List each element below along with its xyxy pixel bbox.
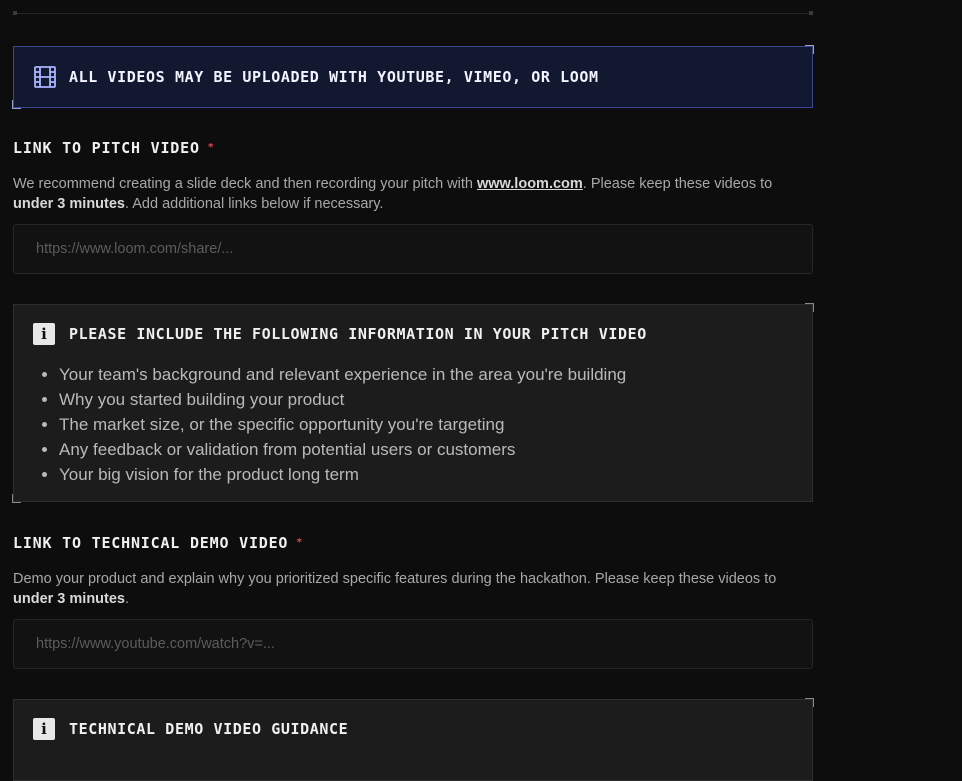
loom-link[interactable]: www.loom.com	[477, 176, 583, 192]
pitch-desc-bold: under 3 minutes	[13, 196, 125, 212]
pitch-info-title: PLEASE INCLUDE THE FOLLOWING INFORMATION…	[69, 325, 647, 343]
pitch-desc-text-2: . Please keep these videos to	[582, 176, 773, 192]
demo-video-description: Demo your product and explain why you pr…	[13, 569, 813, 609]
demo-video-input[interactable]	[34, 635, 812, 653]
list-item: Any feedback or validation from potentia…	[59, 437, 626, 462]
list-item: The market size, or the specific opportu…	[59, 412, 626, 437]
pitch-info-list: Your team's background and relevant expe…	[14, 362, 626, 487]
demo-video-input-wrapper	[13, 619, 813, 669]
section-divider	[13, 11, 813, 15]
pitch-info-box: i PLEASE INCLUDE THE FOLLOWING INFORMATI…	[12, 303, 814, 503]
pitch-video-description: We recommend creating a slide deck and t…	[13, 174, 813, 214]
demo-info-title: TECHNICAL DEMO VIDEO GUIDANCE	[69, 720, 349, 738]
list-item: Your big vision for the product long ter…	[59, 462, 626, 487]
pitch-desc-text: We recommend creating a slide deck and t…	[13, 176, 477, 192]
pitch-video-label-text: LINK TO PITCH VIDEO	[13, 139, 200, 157]
required-marker: *	[207, 142, 215, 153]
demo-info-box: i TECHNICAL DEMO VIDEO GUIDANCE	[13, 698, 814, 781]
banner-text: ALL VIDEOS MAY BE UPLOADED WITH YOUTUBE,…	[69, 68, 599, 86]
upload-platforms-banner: ALL VIDEOS MAY BE UPLOADED WITH YOUTUBE,…	[12, 45, 814, 109]
demo-desc-text-2: .	[125, 591, 130, 607]
pitch-video-input-wrapper	[13, 224, 813, 274]
info-icon: i	[33, 718, 55, 740]
required-marker: *	[296, 537, 304, 548]
pitch-video-label: LINK TO PITCH VIDEO *	[13, 139, 215, 157]
demo-desc-text: Demo your product and explain why you pr…	[13, 571, 777, 587]
pitch-desc-text-3: . Add additional links below if necessar…	[125, 196, 384, 212]
list-item: Your team's background and relevant expe…	[59, 362, 626, 387]
info-icon: i	[33, 323, 55, 345]
demo-video-label-text: LINK TO TECHNICAL DEMO VIDEO	[13, 534, 289, 552]
demo-desc-bold: under 3 minutes	[13, 591, 125, 607]
demo-video-label: LINK TO TECHNICAL DEMO VIDEO *	[13, 534, 303, 552]
film-icon	[34, 66, 56, 88]
list-item: Why you started building your product	[59, 387, 626, 412]
pitch-video-input[interactable]	[34, 240, 812, 258]
